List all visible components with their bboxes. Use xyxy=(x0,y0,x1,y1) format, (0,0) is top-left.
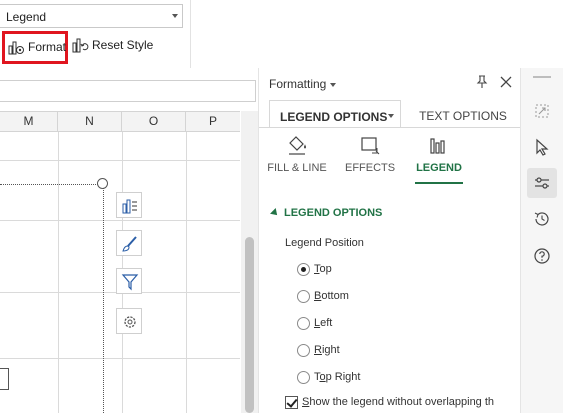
tabs-divider xyxy=(259,127,521,128)
section-title: LEGEND OPTIONS xyxy=(284,207,383,219)
chart-selection-border xyxy=(0,184,104,185)
rail-help-button[interactable] xyxy=(527,241,557,271)
tab-text-options[interactable]: TEXT OPTIONS xyxy=(413,100,513,128)
format-button-label: Format xyxy=(28,40,67,54)
rail-grip[interactable] xyxy=(533,76,551,78)
help-icon xyxy=(534,248,550,264)
category-fill-line[interactable]: FILL & LINE xyxy=(267,134,327,184)
chart-resize-handle[interactable] xyxy=(0,368,9,390)
task-pane-rail xyxy=(520,68,563,413)
chart-elements-button[interactable] xyxy=(116,192,142,218)
column-header-m[interactable]: M xyxy=(0,112,58,131)
reset-style-label: Reset Style xyxy=(92,38,154,52)
tab-legend-options-label: LEGEND OPTIONS xyxy=(280,110,388,124)
paintbrush-icon xyxy=(122,236,137,252)
chart-elements-icon xyxy=(122,199,137,214)
history-icon xyxy=(534,212,549,226)
reset-style-button[interactable]: Reset Style xyxy=(72,33,162,59)
category-legend-label: LEGEND xyxy=(416,162,462,174)
toolbar: Legend Format Reset Style xyxy=(0,0,563,68)
chevron-down-icon xyxy=(330,82,337,87)
chart-filters-button[interactable] xyxy=(116,268,142,294)
grid-line xyxy=(0,220,240,221)
chart-selection-border xyxy=(103,184,104,413)
chart-settings-button[interactable] xyxy=(116,308,142,334)
radio-label: Left xyxy=(314,317,333,329)
overlap-checkbox[interactable] xyxy=(285,396,298,409)
pane-title: Formatting xyxy=(269,77,327,91)
grid-line xyxy=(0,160,240,161)
cursor-arrow-icon xyxy=(536,138,549,156)
collapse-triangle-icon xyxy=(270,208,280,219)
grid-line xyxy=(58,132,59,413)
legend-options-section-toggle[interactable]: LEGEND OPTIONS xyxy=(270,207,383,219)
radio-button[interactable] xyxy=(297,290,310,303)
gear-icon xyxy=(124,316,136,328)
pane-tabs: LEGEND OPTIONS TEXT OPTIONS xyxy=(259,100,521,128)
spreadsheet-area: M N O P xyxy=(0,68,258,413)
column-header-n[interactable]: N xyxy=(58,112,122,131)
active-category-indicator xyxy=(415,182,463,184)
effects-icon xyxy=(361,137,380,155)
sliders-icon xyxy=(535,177,549,189)
rail-history-button[interactable] xyxy=(527,204,557,234)
legend-position-label: Legend Position xyxy=(285,237,364,249)
radio-label: Right xyxy=(314,344,340,356)
rail-transform-button[interactable] xyxy=(527,96,557,126)
radio-label: Top Right xyxy=(314,371,361,383)
format-selection-button[interactable]: Format xyxy=(2,31,68,64)
radio-label: Bottom xyxy=(314,290,349,302)
category-fill-line-label: FILL & LINE xyxy=(267,162,327,174)
transform-icon xyxy=(535,104,549,118)
chevron-down-icon xyxy=(172,14,178,18)
chart-resize-handle[interactable] xyxy=(97,178,108,189)
fill-bucket-icon xyxy=(289,136,306,155)
chart-element-value: Legend xyxy=(6,10,47,24)
radio-button[interactable] xyxy=(297,344,310,357)
vertical-scrollbar[interactable] xyxy=(241,111,258,413)
pane-title-menu[interactable]: Formatting xyxy=(269,77,337,91)
close-icon[interactable] xyxy=(499,75,513,89)
rail-format-button[interactable] xyxy=(527,168,557,198)
grid-line xyxy=(186,132,187,413)
overlap-checkbox-label: Show the legend without overlapping th xyxy=(302,396,495,408)
reset-style-icon xyxy=(72,38,89,53)
column-header-o[interactable]: O xyxy=(122,112,186,131)
formula-bar-input[interactable] xyxy=(0,80,256,102)
category-effects[interactable]: EFFECTS xyxy=(345,134,395,184)
radio-button[interactable] xyxy=(297,317,310,330)
category-effects-label: EFFECTS xyxy=(345,162,396,174)
radio-button[interactable] xyxy=(297,263,310,276)
tab-legend-options[interactable]: LEGEND OPTIONS xyxy=(269,100,401,128)
format-chart-icon xyxy=(8,41,24,55)
filter-icon xyxy=(121,274,139,291)
toolbar-divider xyxy=(190,0,191,68)
scrollbar-thumb[interactable] xyxy=(245,237,254,413)
rail-select-button[interactable] xyxy=(527,132,557,162)
grid-line xyxy=(0,358,240,359)
show-legend-no-overlap-option[interactable]: Show the legend without overlapping th xyxy=(285,395,521,413)
category-legend[interactable]: LEGEND xyxy=(415,134,463,184)
column-headers: M N O P xyxy=(0,111,240,132)
radio-label: Top xyxy=(314,263,332,275)
formatting-pane: Formatting LEGEND OPTIONS TEXT OPTIONS F… xyxy=(258,68,521,413)
chart-styles-button[interactable] xyxy=(116,230,142,256)
legend-bars-icon xyxy=(430,138,445,154)
chart-element-select[interactable]: Legend xyxy=(0,4,183,28)
chevron-down-icon xyxy=(388,114,394,118)
radio-button[interactable] xyxy=(297,371,310,384)
column-header-p[interactable]: P xyxy=(186,112,240,131)
pin-icon[interactable] xyxy=(475,75,489,89)
